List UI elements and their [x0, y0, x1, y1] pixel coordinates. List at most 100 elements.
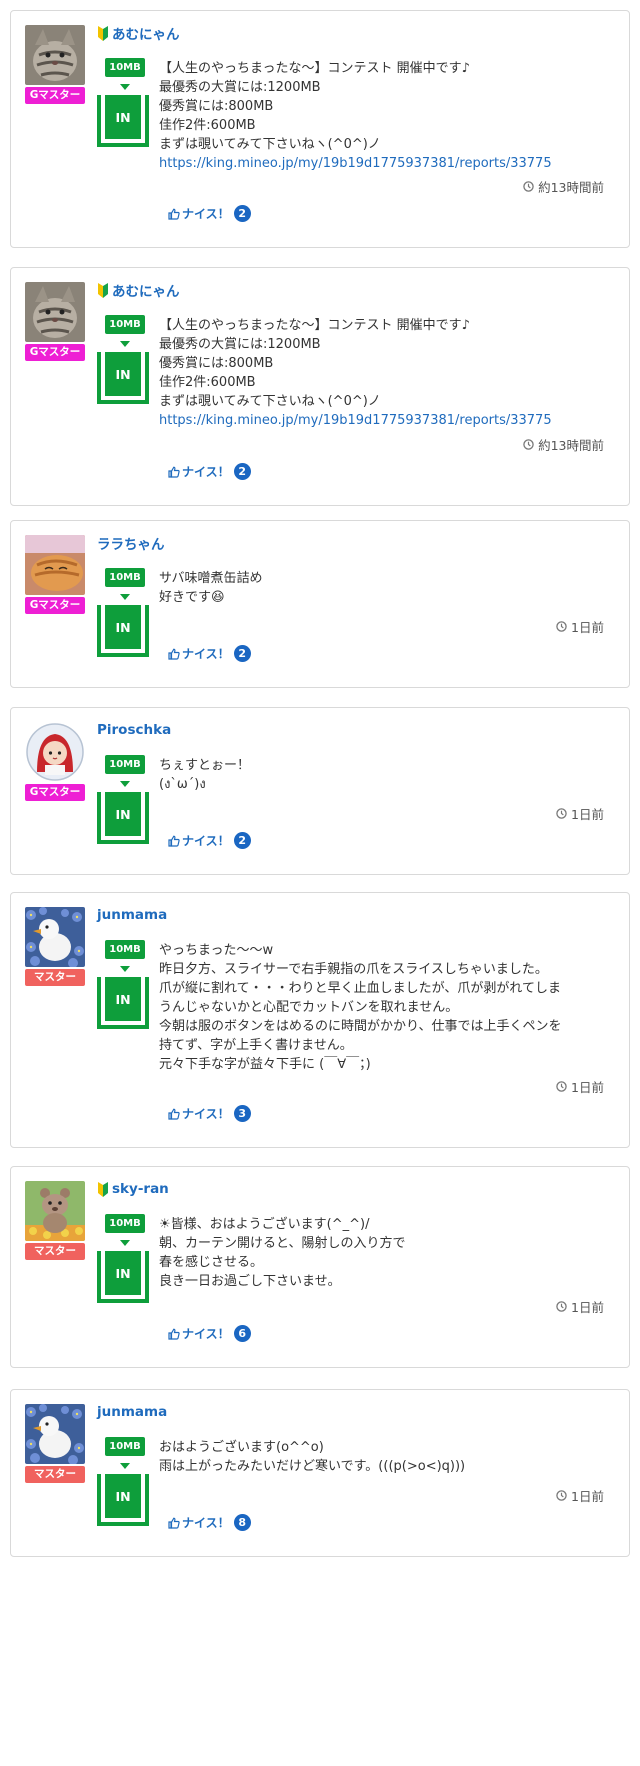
message-line: まずは覗いてみて下さいねヽ(^0^)ノ — [159, 137, 381, 152]
avatar[interactable] — [25, 25, 85, 85]
capacity-pill: 10MB — [105, 1437, 145, 1456]
rank-badge: Gマスター — [25, 87, 85, 104]
user-name-link[interactable]: ララちゃん — [97, 533, 165, 553]
timestamp-text: 約13時間前 — [538, 180, 604, 195]
user-name-row: あむにゃん — [97, 280, 180, 300]
in-indicator: IN — [97, 1251, 149, 1303]
user-name-link[interactable]: sky-ran — [112, 1181, 169, 1197]
user-name-link[interactable]: junmama — [97, 907, 167, 923]
timestamp-text: 1日前 — [571, 1489, 604, 1504]
capacity-pill: 10MB — [105, 568, 145, 587]
nice-button[interactable]: ナイス！ 2 — [168, 832, 251, 849]
in-label: IN — [105, 605, 141, 649]
clock-icon — [523, 181, 534, 192]
timestamp-text: 1日前 — [571, 1300, 604, 1315]
message-line: 今朝は服のボタンをはめるのに時間がかかり、仕事では上手くペンを — [159, 1019, 562, 1034]
message-body: 【人生のやっちまったな〜】コンテスト 開催中です♪ 最優秀の大賞には:1200MB… — [159, 316, 614, 430]
thumbs-up-icon — [168, 208, 180, 220]
clock-icon — [556, 1490, 567, 1501]
nice-label: ナイス！ — [182, 465, 230, 479]
nice-count-badge: 2 — [233, 205, 251, 222]
user-name-link[interactable]: あむにゃん — [112, 23, 180, 43]
nice-label: ナイス！ — [182, 1516, 230, 1530]
report-link[interactable]: https://king.mineo.jp/my/19b19d177593738… — [159, 154, 614, 173]
message-line: 佳作2件:600MB — [159, 118, 256, 133]
tweet-card: マスター junmama 10MB IN おはようございます(o^^o) 雨は上がったみた… — [10, 1389, 630, 1557]
report-link[interactable]: https://king.mineo.jp/my/19b19d177593738… — [159, 411, 614, 430]
nice-count-badge: 3 — [233, 1105, 251, 1122]
in-indicator: IN — [97, 1474, 149, 1526]
message-line: 春を感じさせる。 — [159, 1255, 264, 1270]
nice-count-badge: 2 — [233, 832, 251, 849]
message-line: 最優秀の大賞には:1200MB — [159, 80, 321, 95]
in-label: IN — [105, 95, 141, 139]
avatar[interactable] — [25, 907, 85, 967]
message-line: 優秀賞には:800MB — [159, 99, 274, 114]
rank-badge: Gマスター — [25, 344, 85, 361]
capacity-arrow-icon — [120, 1463, 130, 1469]
capacity-arrow-icon — [120, 966, 130, 972]
clock-icon — [523, 439, 534, 450]
timestamp-text: 約13時間前 — [538, 438, 604, 453]
timestamp: 約13時間前 — [523, 177, 604, 196]
message-line: おはようございます(o^^o) — [159, 1440, 324, 1455]
message-line: 好きです😆 — [159, 590, 225, 605]
in-label: IN — [105, 792, 141, 836]
rank-badge: マスター — [25, 969, 85, 986]
message-body: ちぇすとぉー！ (ง`ω´)ง — [159, 756, 614, 794]
avatar[interactable] — [25, 535, 85, 595]
capacity-pill: 10MB — [105, 58, 145, 77]
in-label: IN — [105, 1251, 141, 1295]
nice-button[interactable]: ナイス！ 2 — [168, 463, 251, 480]
nice-label: ナイス！ — [182, 834, 230, 848]
thumbs-up-icon — [168, 835, 180, 847]
capacity-arrow-icon — [120, 781, 130, 787]
timestamp: 1日前 — [556, 1297, 604, 1316]
rank-badge: マスター — [25, 1466, 85, 1483]
message-line: うんじゃないかと心配でカットバンを取れません。 — [159, 1000, 459, 1015]
nice-button[interactable]: ナイス！ 8 — [168, 1514, 251, 1531]
message-line: 爪が縦に割れて・・・わりと早く止血しましたが、爪が剥がれてしま — [159, 981, 561, 996]
beginner-mark-icon — [98, 282, 108, 298]
message-line: サバ味噌煮缶詰め — [159, 571, 263, 586]
in-label: IN — [105, 352, 141, 396]
in-indicator: IN — [97, 352, 149, 404]
user-name-link[interactable]: あむにゃん — [112, 280, 180, 300]
message-line: 佳作2件:600MB — [159, 375, 256, 390]
avatar[interactable] — [25, 1181, 85, 1241]
nice-count-badge: 2 — [233, 463, 251, 480]
nice-button[interactable]: ナイス！ 2 — [168, 645, 251, 662]
clock-icon — [556, 1301, 567, 1312]
timestamp: 約13時間前 — [523, 435, 604, 454]
nice-label: ナイス！ — [182, 207, 230, 221]
user-name-row: あむにゃん — [97, 23, 180, 43]
in-label: IN — [105, 1474, 141, 1518]
nice-button[interactable]: ナイス！ 6 — [168, 1325, 251, 1342]
message-line: 【人生のやっちまったな〜】コンテスト 開催中です♪ — [159, 61, 470, 76]
rank-badge: Gマスター — [25, 784, 85, 801]
message-line: ちぇすとぉー！ — [159, 758, 251, 773]
thumbs-up-icon — [168, 1108, 180, 1120]
message-body: 【人生のやっちまったな〜】コンテスト 開催中です♪ 最優秀の大賞には:1200MB… — [159, 59, 614, 173]
tweet-card: Gマスター ララちゃん 10MB IN サバ味噌煮缶詰め 好きです😆 1日前 ナイス！ 2 — [10, 520, 630, 688]
avatar[interactable] — [25, 1404, 85, 1464]
thumbs-up-icon — [168, 1328, 180, 1340]
nice-button[interactable]: ナイス！ 3 — [168, 1105, 251, 1122]
nice-label: ナイス！ — [182, 1107, 230, 1121]
user-name-link[interactable]: junmama — [97, 1404, 167, 1420]
avatar[interactable] — [25, 282, 85, 342]
avatar[interactable] — [25, 722, 85, 782]
message-line: やっちまった〜〜w — [159, 943, 274, 958]
tweet-card: マスター junmama 10MB IN やっちまった〜〜w 昨日夕方、スライサーで右手親… — [10, 892, 630, 1148]
capacity-pill: 10MB — [105, 940, 145, 959]
tweet-card: マスター sky-ran 10MB IN ☀皆様、おはようございます(^_^)/ 朝、カー… — [10, 1166, 630, 1368]
capacity-arrow-icon — [120, 1240, 130, 1246]
tweet-card: Gマスター あむにゃん 10MB IN 【人生のやっちまったな〜】コンテスト 開催中です… — [10, 267, 630, 506]
message-line: 最優秀の大賞には:1200MB — [159, 337, 321, 352]
tweet-card: Gマスター Piroschka 10MB IN ちぇすとぉー！ (ง`ω´)ง 1日前 ナイス… — [10, 707, 630, 875]
nice-label: ナイス！ — [182, 647, 230, 661]
nice-label: ナイス！ — [182, 1327, 230, 1341]
timestamp: 1日前 — [556, 1077, 604, 1096]
user-name-link[interactable]: Piroschka — [97, 722, 171, 738]
nice-button[interactable]: ナイス！ 2 — [168, 205, 251, 222]
